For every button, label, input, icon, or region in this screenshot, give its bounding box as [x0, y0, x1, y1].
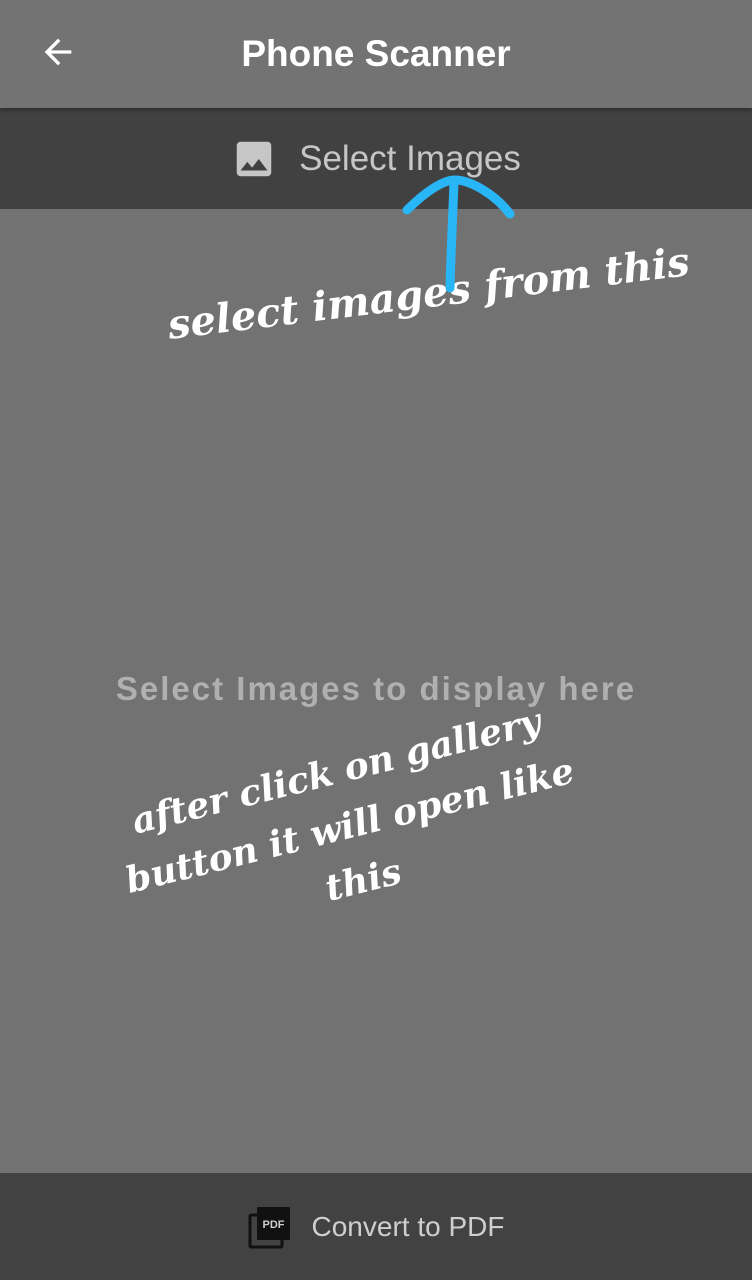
annotation-note-top: select images from this [165, 238, 693, 349]
image-icon [236, 141, 272, 176]
select-images-label: Select Images [299, 138, 521, 178]
arrow-back-icon [44, 38, 72, 66]
convert-to-pdf-button[interactable]: PDF Convert to PDF [0, 1173, 752, 1280]
pdf-icon-text: PDF [262, 1219, 284, 1231]
back-button[interactable] [30, 24, 86, 80]
empty-state-text: Select Images to display here [115, 670, 637, 707]
page-title: Phone Scanner [241, 33, 511, 74]
screen: Phone Scanner Select Images select image… [0, 0, 752, 1280]
annotation-note-bottom: after click on gallery button it will op… [106, 689, 594, 963]
convert-to-pdf-label: Convert to PDF [311, 1210, 505, 1242]
app-bar: Phone Scanner [0, 0, 752, 108]
select-images-button[interactable]: Select Images [0, 108, 752, 209]
pdf-icon: PDF [248, 1206, 290, 1248]
